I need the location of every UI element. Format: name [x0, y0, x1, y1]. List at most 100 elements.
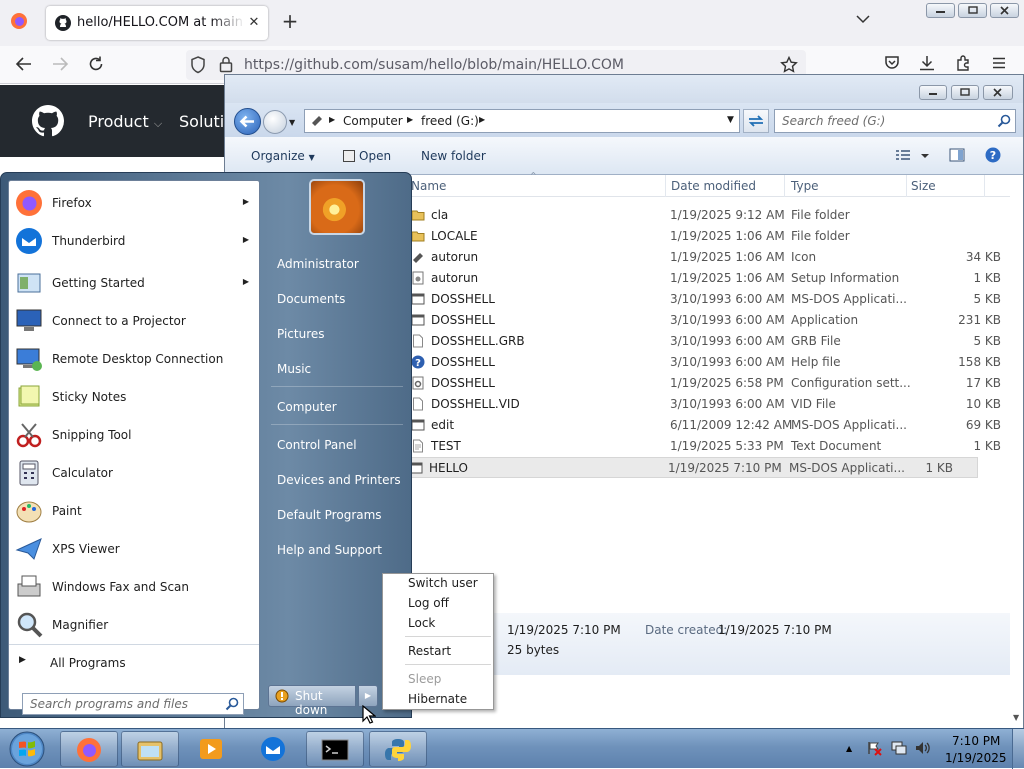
refresh-button[interactable] [743, 109, 769, 133]
start-menu-item-projector[interactable]: Connect to a Projector [9, 302, 259, 340]
taskbar-explorer-button[interactable] [121, 731, 179, 767]
breadcrumb-computer[interactable]: Computer [343, 114, 403, 128]
back-arrow-icon[interactable] [15, 55, 33, 73]
close-window-button[interactable] [990, 3, 1019, 18]
show-desktop-button[interactable] [1012, 729, 1024, 769]
open-button[interactable]: Open [343, 149, 391, 163]
extensions-icon[interactable] [955, 55, 971, 71]
scroll-down-arrow-icon[interactable]: ▼ [1013, 713, 1019, 722]
address-breadcrumb[interactable]: ▶ Computer ▶ freed (G:) ▶ ▼ [304, 109, 740, 133]
taskbar-media-player-button[interactable] [182, 731, 240, 767]
taskbar-thunderbird-button[interactable] [244, 731, 302, 767]
breadcrumb-drive[interactable]: freed (G:) [421, 114, 479, 128]
column-divider[interactable] [665, 175, 666, 197]
search-icon[interactable] [225, 697, 239, 711]
shut-down-button[interactable]: Shut down [268, 685, 356, 717]
action-center-icon[interactable] [866, 740, 882, 756]
shut-down-options-arrow-icon[interactable]: ▶ [358, 685, 378, 707]
file-row[interactable]: TEST 1/19/2025 5:33 PM Text Document 1 KB [409, 436, 1023, 457]
file-row[interactable]: LOCALE 1/19/2025 1:06 AM File folder [409, 226, 1023, 247]
forward-button[interactable] [263, 110, 287, 134]
taskbar-cmd-button[interactable] [306, 731, 364, 767]
start-menu-link-control-panel[interactable]: Control Panel [277, 438, 357, 452]
downloads-icon[interactable] [919, 55, 935, 71]
start-menu-item-xps-viewer[interactable]: XPS Viewer [9, 530, 259, 568]
browser-tab[interactable]: hello/HELLO.COM at main · sus ✕ [46, 6, 268, 40]
file-row[interactable]: ? DOSSHELL 3/10/1993 6:00 AM Help file 158 K… [409, 352, 1023, 373]
power-option-lock[interactable]: Lock [408, 616, 435, 630]
network-icon[interactable] [890, 740, 908, 756]
address-dropdown-icon[interactable]: ▼ [727, 115, 734, 125]
github-logo-icon[interactable] [32, 105, 64, 137]
list-all-tabs-icon[interactable] [856, 14, 870, 24]
column-type[interactable]: Type [791, 179, 819, 193]
new-folder-button[interactable]: New folder [421, 149, 486, 163]
start-menu-link-computer[interactable]: Computer [277, 400, 337, 414]
lock-icon[interactable] [219, 56, 233, 73]
recent-pages-arrow-icon[interactable]: ▼ [289, 118, 295, 127]
file-row[interactable]: cla 1/19/2025 9:12 AM File folder [409, 205, 1023, 226]
submenu-arrow-icon[interactable]: ▶ [243, 277, 249, 286]
file-row[interactable]: DOSSHELL 1/19/2025 6:58 PM Configuration s… [409, 373, 1023, 394]
start-menu-item-remote-desktop[interactable]: Remote Desktop Connection [9, 340, 259, 378]
show-hidden-icons-icon[interactable]: ▲ [846, 744, 852, 753]
forward-arrow-icon[interactable] [51, 55, 69, 73]
start-search-input[interactable]: Search programs and files [22, 693, 244, 715]
clock-date[interactable]: 1/19/2025 [945, 751, 1007, 765]
start-menu-link-administrator[interactable]: Administrator [277, 257, 359, 271]
start-menu-link-devices-and-printers[interactable]: Devices and Printers [277, 473, 401, 487]
minimize-button[interactable] [926, 3, 955, 18]
file-row-selected[interactable]: HELLO 1/19/2025 7:10 PM MS-DOS Applicati..… [406, 457, 978, 478]
start-button[interactable] [6, 729, 48, 769]
nav-product[interactable]: Product ⌵ [88, 112, 162, 131]
file-row[interactable]: autorun 1/19/2025 1:06 AM Icon 34 KB [409, 247, 1023, 268]
start-menu-item-getting-started[interactable]: Getting Started ▶ [9, 264, 259, 302]
taskbar-python-button[interactable] [369, 731, 427, 767]
start-menu-item-sticky-notes[interactable]: Sticky Notes [9, 378, 259, 416]
volume-icon[interactable] [914, 740, 932, 756]
power-option-log-off[interactable]: Log off [408, 596, 449, 610]
power-option-switch-user[interactable]: Switch user [408, 576, 478, 590]
organize-button[interactable]: Organize ▼ [251, 149, 315, 163]
start-menu-item-magnifier[interactable]: Magnifier [9, 606, 259, 644]
start-menu-item-fax-scan[interactable]: Windows Fax and Scan [9, 568, 259, 606]
tab-close-icon[interactable]: ✕ [246, 15, 262, 31]
start-menu-item-firefox[interactable]: Firefox ▶ [9, 184, 259, 222]
submenu-arrow-icon[interactable]: ▶ [243, 197, 249, 206]
change-view-icon[interactable] [895, 149, 931, 163]
file-row[interactable]: DOSSHELL 3/10/1993 6:00 AM MS-DOS Applicat… [409, 289, 1023, 310]
breadcrumb-arrow-icon[interactable]: ▶ [329, 115, 335, 124]
explorer-minimize-button[interactable] [919, 85, 947, 100]
explorer-close-button[interactable] [983, 85, 1013, 100]
start-menu-item-calculator[interactable]: Calculator [9, 454, 259, 492]
power-option-hibernate[interactable]: Hibernate [408, 692, 467, 706]
preview-pane-icon[interactable] [949, 148, 965, 162]
column-date-modified[interactable]: Date modified [671, 179, 756, 193]
submenu-arrow-icon[interactable]: ▶ [243, 235, 249, 244]
explorer-search-input[interactable]: Search freed (G:) [774, 109, 1016, 133]
column-divider[interactable] [784, 175, 785, 197]
vertical-scrollbar[interactable]: ▼ [1010, 175, 1023, 727]
column-divider[interactable] [906, 175, 907, 197]
start-menu-link-pictures[interactable]: Pictures [277, 327, 325, 341]
reload-icon[interactable] [87, 55, 105, 73]
firefox-menu-icon[interactable] [10, 12, 28, 30]
taskbar-firefox-button[interactable] [60, 731, 118, 767]
start-menu-link-music[interactable]: Music [277, 362, 311, 376]
back-button[interactable] [234, 108, 261, 135]
file-row[interactable]: DOSSHELL.VID 3/10/1993 6:00 AM VID File 10 … [409, 394, 1023, 415]
column-size[interactable]: Size [911, 179, 936, 193]
tracking-shield-icon[interactable] [190, 56, 206, 74]
explorer-maximize-button[interactable] [951, 85, 979, 100]
start-menu-item-thunderbird[interactable]: Thunderbird ▶ [9, 222, 259, 260]
start-menu-link-default-programs[interactable]: Default Programs [277, 508, 382, 522]
breadcrumb-arrow-icon[interactable]: ▶ [407, 115, 413, 124]
help-icon[interactable]: ? [985, 147, 1001, 163]
search-icon[interactable] [997, 114, 1011, 128]
file-row[interactable]: edit 6/11/2009 12:42 AM MS-DOS Applicati..… [409, 415, 1023, 436]
column-divider[interactable] [984, 175, 985, 197]
power-option-restart[interactable]: Restart [408, 644, 451, 658]
breadcrumb-arrow-icon[interactable]: ▶ [479, 115, 485, 124]
start-menu-link-help-and-support[interactable]: Help and Support [277, 543, 382, 557]
restore-button[interactable] [958, 3, 987, 18]
